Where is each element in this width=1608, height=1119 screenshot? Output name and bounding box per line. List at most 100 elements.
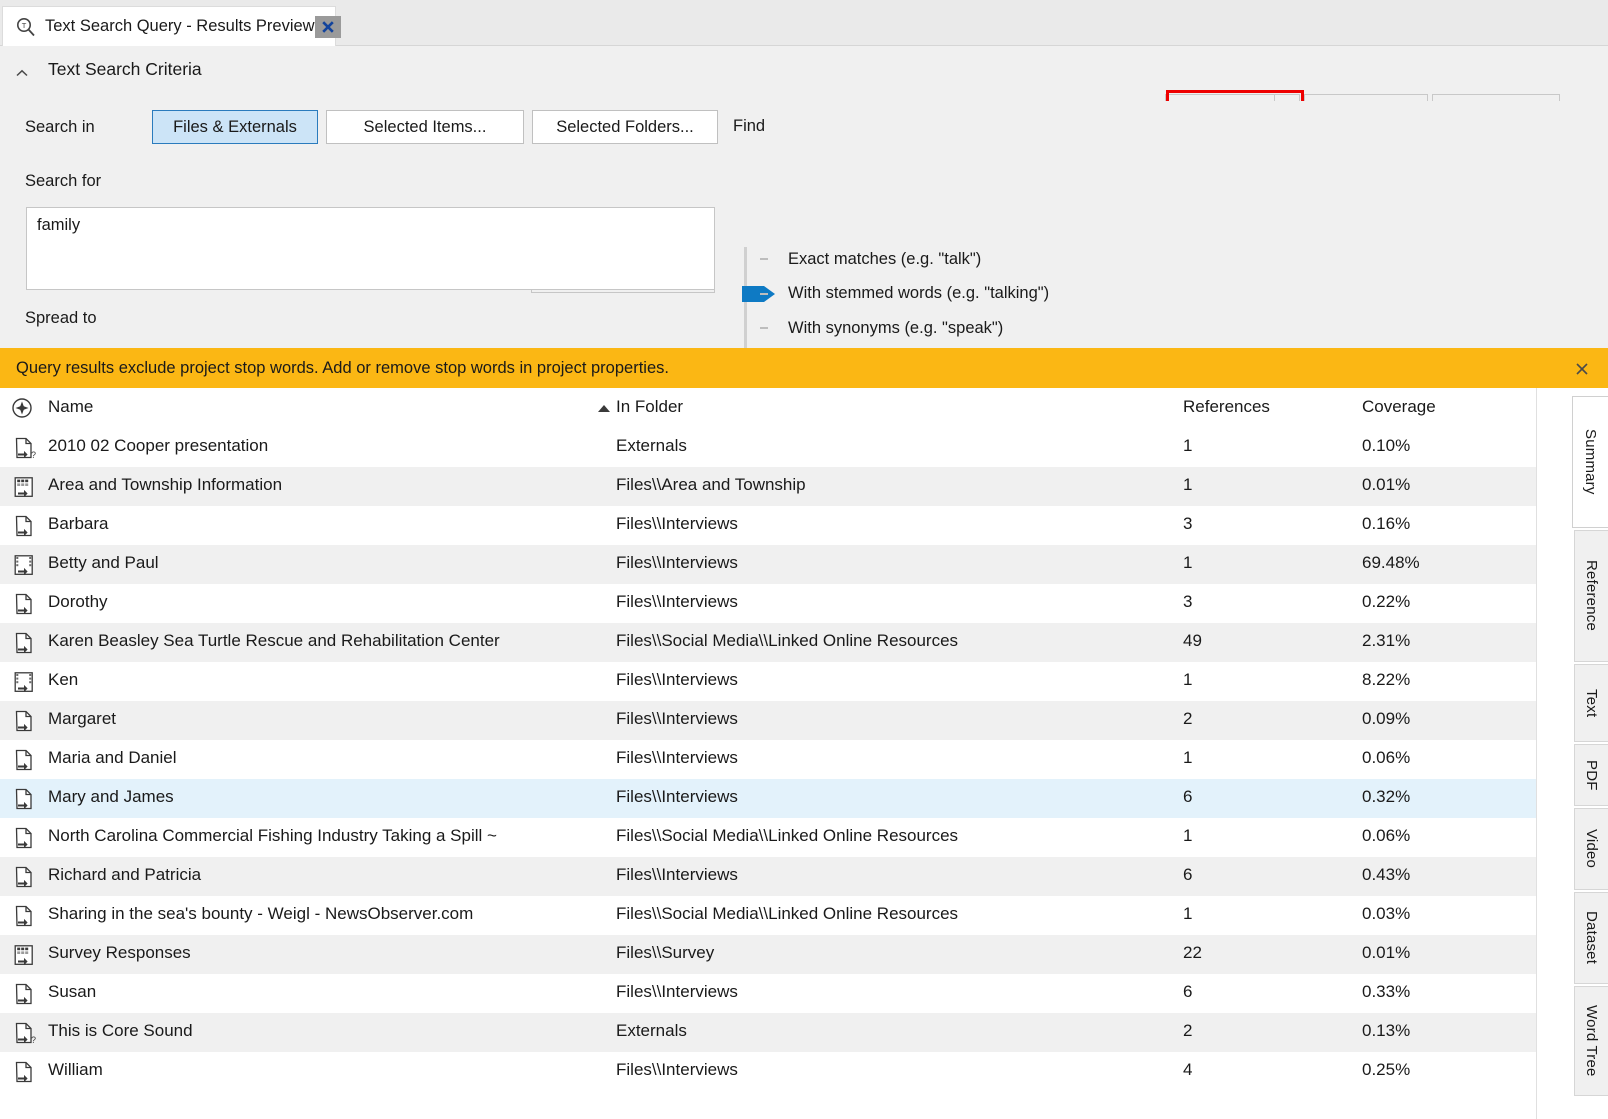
cell-in-folder: Files\\Interviews — [616, 670, 738, 690]
column-header-in-folder[interactable]: In Folder — [616, 397, 683, 417]
cell-in-folder: Files\\Interviews — [616, 709, 738, 729]
cell-in-folder: Files\\Interviews — [616, 592, 738, 612]
text-document-icon — [12, 592, 36, 616]
cell-in-folder: Files\\Interviews — [616, 1060, 738, 1080]
text-document-icon — [12, 631, 36, 655]
text-search-query-icon: T — [15, 16, 37, 38]
cell-in-folder: Externals — [616, 436, 687, 456]
cell-references: 2 — [1183, 1021, 1192, 1041]
cell-coverage: 0.09% — [1362, 709, 1410, 729]
tab-word-tree[interactable]: Word Tree — [1574, 986, 1608, 1096]
table-row[interactable]: Mary and JamesFiles\\Interviews60.32% — [0, 779, 1536, 818]
cell-name: Betty and Paul — [48, 553, 159, 573]
cell-in-folder: Files\\Interviews — [616, 787, 738, 807]
warning-message: Query results exclude project stop words… — [16, 359, 669, 378]
cell-name: William — [48, 1060, 103, 1080]
text-document-icon — [12, 787, 36, 811]
table-header-row: Name In Folder References Coverage — [0, 388, 1536, 428]
tab-label: Text Search Query - Results Preview — [45, 17, 315, 36]
cell-name: Susan — [48, 982, 96, 1002]
find-option-label: With synonyms (e.g. "speak") — [788, 319, 1003, 338]
text-document-icon — [12, 514, 36, 538]
search-in-selected-items-button[interactable]: Selected Items... — [326, 110, 524, 144]
cell-name: Mary and James — [48, 787, 174, 807]
cell-coverage: 0.32% — [1362, 787, 1410, 807]
text-search-query-window: T Text Search Query - Results Preview Te… — [0, 0, 1608, 1119]
cell-in-folder: Files\\Interviews — [616, 553, 738, 573]
table-row[interactable]: North Carolina Commercial Fishing Indust… — [0, 818, 1536, 857]
table-row[interactable]: KenFiles\\Interviews18.22% — [0, 662, 1536, 701]
cell-references: 4 — [1183, 1060, 1192, 1080]
tab-text-search-query-results-preview[interactable]: T Text Search Query - Results Preview — [2, 6, 336, 46]
cell-references: 2 — [1183, 709, 1192, 729]
tab-dataset[interactable]: Dataset — [1574, 892, 1608, 984]
cell-references: 1 — [1183, 553, 1192, 573]
table-row[interactable]: MargaretFiles\\Interviews20.09% — [0, 701, 1536, 740]
table-row[interactable]: BarbaraFiles\\Interviews30.16% — [0, 506, 1536, 545]
video-document-icon — [12, 670, 36, 694]
search-in-selected-folders-button[interactable]: Selected Folders... — [532, 110, 718, 144]
tab-summary[interactable]: Summary — [1572, 396, 1608, 528]
text-document-icon — [12, 1060, 36, 1084]
cell-in-folder: Files\\Interviews — [616, 982, 738, 1002]
table-row[interactable]: Area and Township InformationFiles\\Area… — [0, 467, 1536, 506]
cell-name: Karen Beasley Sea Turtle Rescue and Reha… — [48, 631, 500, 651]
svg-text:T: T — [22, 21, 27, 30]
cell-coverage: 69.48% — [1362, 553, 1420, 573]
svg-text:?: ? — [31, 1035, 36, 1045]
external-document-icon: ? — [12, 1021, 36, 1045]
cell-name: North Carolina Commercial Fishing Indust… — [48, 826, 497, 846]
dataset-document-icon — [12, 475, 36, 499]
table-row[interactable]: William Files\\Interviews 4 0.25% — [0, 1052, 1536, 1091]
table-row[interactable]: Susan Files\\Interviews 6 0.33% — [0, 974, 1536, 1013]
table-row[interactable]: Karen Beasley Sea Turtle Rescue and Reha… — [0, 623, 1536, 662]
cell-name: Area and Township Information — [48, 475, 282, 495]
search-in-files-externals-button[interactable]: Files & Externals — [152, 110, 318, 144]
column-header-references[interactable]: References — [1183, 397, 1270, 417]
cell-coverage: 0.13% — [1362, 1021, 1410, 1041]
stop-words-warning-bar: Query results exclude project stop words… — [0, 348, 1608, 388]
table-row[interactable]: DorothyFiles\\Interviews30.22% — [0, 584, 1536, 623]
table-row[interactable]: Betty and Paul Files\\Interviews 1 69.48% — [0, 545, 1536, 584]
cell-in-folder: Files\\Interviews — [616, 865, 738, 885]
cell-references: 3 — [1183, 514, 1192, 534]
tab-reference[interactable]: Reference — [1574, 530, 1608, 662]
search-for-label: Search for — [25, 172, 101, 191]
criteria-header-bar: Text Search Criteria Run Query Save Resu… — [0, 46, 1608, 101]
find-option-synonyms[interactable]: With synonyms (e.g. "speak") — [760, 311, 1460, 346]
tab-video[interactable]: Video — [1574, 808, 1608, 890]
chevron-up-icon[interactable] — [12, 65, 32, 81]
find-option-stemmed-words[interactable]: With stemmed words (e.g. "talking") — [760, 277, 1460, 312]
table-row[interactable]: Maria and DanielFiles\\Interviews10.06% — [0, 740, 1536, 779]
column-header-name[interactable]: Name — [48, 397, 93, 417]
table-row[interactable]: ?This is Core SoundExternals20.13% — [0, 1013, 1536, 1052]
find-option-exact-matches[interactable]: Exact matches (e.g. "talk") — [760, 242, 1460, 277]
cell-coverage: 0.01% — [1362, 943, 1410, 963]
cell-references: 6 — [1183, 982, 1192, 1002]
cell-coverage: 2.31% — [1362, 631, 1410, 651]
text-document-icon — [12, 865, 36, 889]
table-row[interactable]: Sharing in the sea's bounty - Weigl - Ne… — [0, 896, 1536, 935]
cell-coverage: 0.25% — [1362, 1060, 1410, 1080]
cell-references: 6 — [1183, 865, 1192, 885]
search-for-input[interactable] — [26, 207, 715, 290]
results-table: Name In Folder References Coverage ?2010… — [0, 388, 1536, 1119]
tab-label: Video — [1583, 829, 1600, 868]
cell-references: 1 — [1183, 748, 1192, 768]
tab-text[interactable]: Text — [1574, 664, 1608, 742]
cell-references: 3 — [1183, 592, 1192, 612]
text-document-icon — [12, 709, 36, 733]
table-body: ?2010 02 Cooper presentationExternals10.… — [0, 428, 1536, 1091]
table-row[interactable]: Richard and PatriciaFiles\\Interviews60.… — [0, 857, 1536, 896]
cell-in-folder: Externals — [616, 1021, 687, 1041]
cell-coverage: 0.33% — [1362, 982, 1410, 1002]
close-icon[interactable] — [1572, 359, 1592, 379]
tab-label: Text — [1583, 689, 1600, 717]
table-row[interactable]: Survey ResponsesFiles\\Survey220.01% — [0, 935, 1536, 974]
spread-to-label: Spread to — [25, 309, 97, 328]
select-all-icon[interactable] — [10, 396, 34, 420]
close-icon[interactable] — [315, 16, 341, 38]
tab-pdf[interactable]: PDF — [1574, 744, 1608, 806]
table-row[interactable]: ?2010 02 Cooper presentationExternals10.… — [0, 428, 1536, 467]
column-header-coverage[interactable]: Coverage — [1362, 397, 1436, 417]
